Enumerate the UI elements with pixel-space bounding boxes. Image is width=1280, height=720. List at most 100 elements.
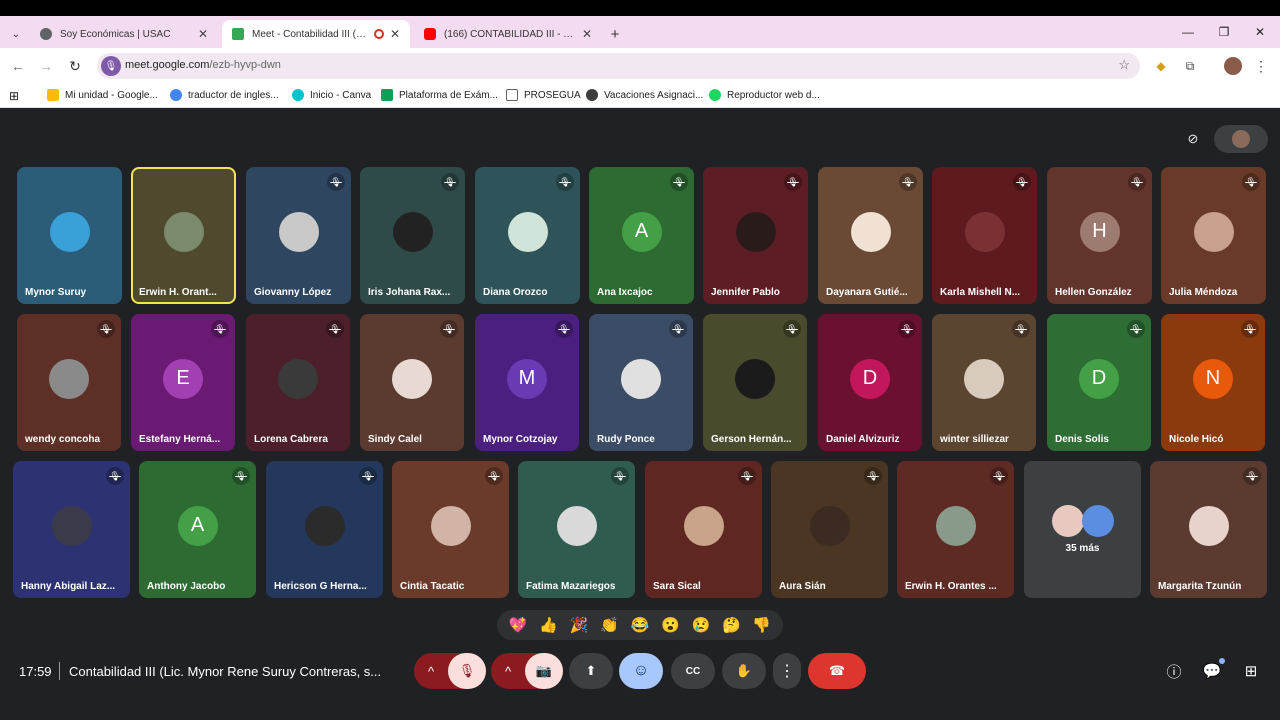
reactions-button[interactable]: ☺ bbox=[619, 653, 663, 689]
participant-tile[interactable]: D 🎙 Daniel Alvizuriz bbox=[818, 314, 922, 451]
captions-button[interactable]: CC bbox=[671, 653, 715, 689]
reaction-party[interactable]: 🎉 bbox=[567, 616, 591, 634]
participant-tile[interactable]: 🎙 Giovanny López bbox=[246, 167, 351, 304]
activities-button[interactable]: ⊞ bbox=[1238, 658, 1264, 684]
participant-tile[interactable]: 🎙 Diana Orozco bbox=[475, 167, 580, 304]
participant-tile[interactable]: N 🎙 Nicole Hicó bbox=[1161, 314, 1265, 451]
participant-tile[interactable]: 🎙 Jennifer Pablo bbox=[703, 167, 808, 304]
chat-button[interactable]: 💬 bbox=[1199, 658, 1225, 684]
participant-tile[interactable]: 🎙 Gerson Hernán... bbox=[703, 314, 807, 451]
mic-off-icon: 🎙 bbox=[458, 663, 476, 678]
participant-tile[interactable]: A 🎙 Anthony Jacobo bbox=[139, 461, 256, 598]
participant-tile[interactable]: 🎙 Iris Johana Rax... bbox=[360, 167, 465, 304]
apps-grid-icon[interactable]: ⊞ bbox=[9, 89, 19, 103]
close-icon[interactable]: ✕ bbox=[390, 27, 400, 41]
raise-hand-button[interactable]: ✋ bbox=[722, 653, 766, 689]
camera-options-caret-icon[interactable]: ^ bbox=[491, 664, 525, 679]
more-participants-tile[interactable]: 35 más bbox=[1024, 461, 1141, 598]
participant-name: Diana Orozco bbox=[483, 287, 548, 298]
camera-off-button[interactable]: 📷 bbox=[525, 653, 563, 689]
bookmark-label: PROSEGUA bbox=[524, 89, 581, 101]
participant-tile[interactable]: 🎙 Hanny Abigail Laz... bbox=[13, 461, 130, 598]
tab-strip: ⌄ Soy Económicas | USAC ✕ Meet - Contabi… bbox=[0, 16, 1280, 48]
extension-icon[interactable]: ◆ bbox=[1152, 57, 1170, 75]
close-icon[interactable]: ✕ bbox=[582, 27, 592, 41]
reaction-heart[interactable]: 💖 bbox=[506, 616, 530, 634]
self-view-thumbnail[interactable] bbox=[1214, 125, 1268, 153]
meeting-details-button[interactable]: ⓘ bbox=[1161, 658, 1187, 684]
bookmark-canva[interactable]: Inicio - Canva bbox=[292, 89, 371, 101]
muted-mic-icon: 🎙 bbox=[1128, 173, 1146, 191]
tab-soy-economicas[interactable]: Soy Económicas | USAC ✕ bbox=[30, 20, 218, 48]
address-bar[interactable]: 🎙 meet.google.com/ezb-hyvp-dwn ☆ bbox=[97, 53, 1140, 79]
reaction-thumbs-down[interactable]: 👎 bbox=[750, 616, 774, 634]
reaction-thumbs-up[interactable]: 👍 bbox=[537, 616, 561, 634]
url-text[interactable]: meet.google.com/ezb-hyvp-dwn bbox=[125, 59, 281, 71]
bookmark-star-icon[interactable]: ☆ bbox=[1118, 57, 1130, 73]
participant-tile[interactable]: 🎙 Julia Méndoza bbox=[1161, 167, 1266, 304]
bookmark-vacaciones[interactable]: Vacaciones Asignaci... bbox=[586, 89, 703, 101]
participant-tile[interactable]: 🎙 Cintia Tacatic bbox=[392, 461, 509, 598]
participant-tile[interactable]: D 🎙 Denis Solis bbox=[1047, 314, 1151, 451]
restore-button[interactable]: ❐ bbox=[1204, 16, 1244, 48]
avatar bbox=[49, 211, 90, 252]
present-screen-button[interactable]: ⬆ bbox=[569, 653, 613, 689]
participant-tile[interactable]: 🎙 Sara Sical bbox=[645, 461, 762, 598]
close-window-button[interactable]: ✕ bbox=[1240, 16, 1280, 48]
participant-name: Mynor Cotzojay bbox=[483, 434, 558, 445]
participant-tile[interactable]: 🎙 Lorena Cabrera bbox=[246, 314, 350, 451]
reaction-surprised[interactable]: 😮 bbox=[658, 616, 682, 634]
mic-options-caret-icon[interactable]: ^ bbox=[414, 664, 448, 679]
bookmark-mi-unidad[interactable]: Mi unidad - Google... bbox=[47, 89, 158, 101]
participant-tile[interactable]: Mynor Suruy bbox=[17, 167, 122, 304]
profile-avatar[interactable] bbox=[1224, 57, 1242, 75]
participant-tile[interactable]: H 🎙 Hellen González bbox=[1047, 167, 1152, 304]
participant-tile[interactable]: E 🎙 Estefany Herná... bbox=[131, 314, 235, 451]
new-tab-button[interactable]: + bbox=[604, 20, 626, 48]
participant-tile[interactable]: 🎙 Fatima Mazariegos bbox=[518, 461, 635, 598]
tab-youtube[interactable]: (166) CONTABILIDAD III - YouTu ✕ bbox=[414, 20, 602, 48]
participant-name: Nicole Hicó bbox=[1169, 434, 1224, 445]
hide-self-view-icon[interactable]: ⊘ bbox=[1180, 125, 1206, 153]
leave-call-button[interactable]: ☎ bbox=[808, 653, 866, 689]
participant-tile[interactable]: 🎙 wendy concoha bbox=[17, 314, 121, 451]
reaction-sad[interactable]: 😢 bbox=[689, 616, 713, 634]
participant-tile[interactable]: 🎙 winter silliezar bbox=[932, 314, 1036, 451]
camera-off-icon: 📷 bbox=[535, 663, 553, 678]
forward-button[interactable]: → bbox=[35, 55, 57, 77]
extensions-puzzle-icon[interactable]: ⧉ bbox=[1181, 57, 1199, 75]
bookmark-prosegua[interactable]: PROSEGUA bbox=[506, 89, 581, 101]
participant-name: Hellen González bbox=[1055, 287, 1132, 298]
participant-tile[interactable]: 🎙 Margarita Tzunún bbox=[1150, 461, 1267, 598]
reaction-clap[interactable]: 👏 bbox=[598, 616, 622, 634]
bookmark-reproductor[interactable]: Reproductor web d... bbox=[709, 89, 820, 101]
participant-tile[interactable]: 🎙 Aura Sián bbox=[771, 461, 888, 598]
participant-tile[interactable]: 🎙 Sindy Calel bbox=[360, 314, 464, 451]
participant-tile[interactable]: 🎙 Rudy Ponce bbox=[589, 314, 693, 451]
back-button[interactable]: ← bbox=[7, 55, 29, 77]
google-icon bbox=[170, 89, 182, 101]
participant-tile[interactable]: Erwin H. Orant... bbox=[131, 167, 236, 304]
mic-off-button[interactable]: 🎙 bbox=[448, 653, 486, 689]
reaction-thinking[interactable]: 🤔 bbox=[719, 616, 743, 634]
participant-tile[interactable]: 🎙 Karla Mishell N... bbox=[932, 167, 1037, 304]
avatar bbox=[278, 358, 318, 399]
participant-tile[interactable]: M 🎙 Mynor Cotzojay bbox=[475, 314, 579, 451]
participant-tile[interactable]: 🎙 Hericson G Herna... bbox=[266, 461, 383, 598]
bookmark-traductor[interactable]: traductor de ingles... bbox=[170, 89, 279, 101]
reload-button[interactable]: ↻ bbox=[64, 55, 86, 77]
participant-tile[interactable]: 🎙 Dayanara Gutié... bbox=[818, 167, 923, 304]
reaction-laugh[interactable]: 😂 bbox=[628, 616, 652, 634]
microphone-permission-icon[interactable]: 🎙 bbox=[101, 56, 121, 76]
participant-tile[interactable]: A 🎙 Ana Ixcajoc bbox=[589, 167, 694, 304]
close-icon[interactable]: ✕ bbox=[198, 27, 208, 41]
tab-meet[interactable]: Meet - Contabilidad III (Lic. ✕ bbox=[222, 20, 410, 48]
participant-tile[interactable]: 🎙 Erwin H. Orantes ... bbox=[897, 461, 1014, 598]
browser-menu-icon[interactable]: ⋮ bbox=[1252, 57, 1270, 75]
minimize-button[interactable]: — bbox=[1168, 16, 1208, 48]
more-options-button[interactable]: ⋮ bbox=[773, 653, 801, 689]
tab-title: (166) CONTABILIDAD III - YouTu bbox=[444, 28, 576, 40]
bookmark-plataforma[interactable]: Plataforma de Exám... bbox=[381, 89, 498, 101]
tab-search-dropdown-button[interactable]: ⌄ bbox=[6, 20, 26, 48]
muted-mic-icon: 🎙 bbox=[611, 467, 629, 485]
